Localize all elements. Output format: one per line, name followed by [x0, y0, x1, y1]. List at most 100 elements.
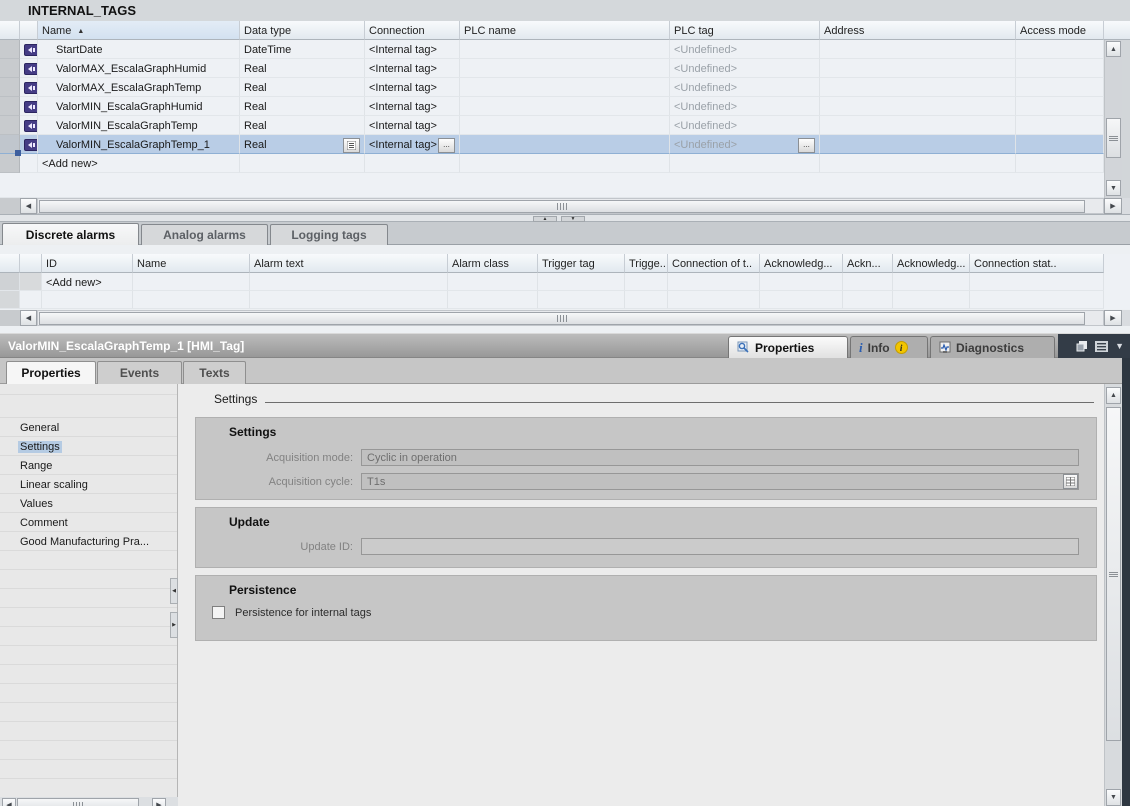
- nav-item-general[interactable]: General: [0, 418, 177, 437]
- tag-connection-cell[interactable]: <Internal tag>: [365, 40, 460, 59]
- connection-browse-button[interactable]: ...: [438, 138, 455, 153]
- table-row[interactable]: ValorMAX_EscalaGraphTemp Real <Internal …: [0, 78, 1104, 97]
- alarm-table-horizontal-scrollbar[interactable]: ◀ ▶: [0, 310, 1130, 326]
- menu-list-icon[interactable]: [1095, 341, 1108, 352]
- nav-horizontal-scrollbar[interactable]: ◀ ▶: [0, 797, 178, 806]
- tag-address-cell[interactable]: [820, 97, 1016, 116]
- scroll-track[interactable]: [37, 310, 1104, 326]
- alarm-column-header-alarmtext[interactable]: Alarm text: [250, 254, 448, 273]
- acquisition-mode-field[interactable]: Cyclic in operation: [361, 449, 1079, 466]
- tag-plctag-cell[interactable]: <Undefined>: [670, 40, 820, 59]
- tag-datatype-cell[interactable]: Real: [240, 135, 365, 154]
- nav-collapse-right-button[interactable]: ▶: [170, 612, 178, 638]
- tag-plcname-cell[interactable]: [460, 116, 670, 135]
- tag-plcname-cell[interactable]: [460, 135, 670, 154]
- tag-datatype-cell[interactable]: Real: [240, 116, 365, 135]
- tag-accessmode-cell[interactable]: [1016, 97, 1104, 116]
- tag-column-header-plctag[interactable]: PLC tag: [670, 21, 820, 40]
- tag-datatype-cell[interactable]: Real: [240, 97, 365, 116]
- alarm-column-header-acknowledge2[interactable]: Acknowledg...: [893, 254, 970, 273]
- scroll-right-button[interactable]: ▶: [1104, 310, 1122, 326]
- tag-plcname-cell[interactable]: [460, 97, 670, 116]
- table-row[interactable]: ValorMIN_EscalaGraphHumid Real <Internal…: [0, 97, 1104, 116]
- tag-connection-cell[interactable]: <Internal tag>: [365, 78, 460, 97]
- tag-column-header-address[interactable]: Address: [820, 21, 1016, 40]
- table-row[interactable]: ValorMIN_EscalaGraphTemp Real <Internal …: [0, 116, 1104, 135]
- float-window-icon[interactable]: [1076, 340, 1088, 352]
- table-row[interactable]: ValorMAX_EscalaGraphHumid Real <Internal…: [0, 59, 1104, 78]
- acquisition-cycle-picker-button[interactable]: [1063, 474, 1078, 489]
- add-new-alarm-row[interactable]: <Add new>: [0, 273, 1130, 291]
- scroll-right-button[interactable]: ▶: [152, 798, 166, 806]
- selection-handle[interactable]: [15, 150, 21, 156]
- update-id-field[interactable]: [361, 538, 1079, 555]
- tag-accessmode-cell[interactable]: [1016, 135, 1104, 154]
- tag-address-cell[interactable]: [820, 78, 1016, 97]
- acquisition-cycle-field[interactable]: T1s: [361, 473, 1079, 490]
- tag-connection-cell[interactable]: <Internal tag>: [365, 97, 460, 116]
- alarm-column-header-connection[interactable]: Connection of t..: [668, 254, 760, 273]
- tag-plctag-cell[interactable]: <Undefined>: [670, 59, 820, 78]
- row-header[interactable]: [0, 97, 20, 116]
- row-header[interactable]: [0, 116, 20, 135]
- subtab-events[interactable]: Events: [97, 361, 182, 384]
- tab-discrete-alarms[interactable]: Discrete alarms: [2, 223, 139, 245]
- tag-connection-cell[interactable]: <Internal tag>: [365, 59, 460, 78]
- scroll-left-button[interactable]: ◀: [2, 798, 16, 806]
- tag-datatype-cell[interactable]: DateTime: [240, 40, 365, 59]
- persistence-checkbox[interactable]: [212, 606, 225, 619]
- row-header[interactable]: [0, 78, 20, 97]
- nav-item-comment[interactable]: Comment: [0, 513, 177, 532]
- scroll-down-button[interactable]: ▼: [1106, 180, 1121, 196]
- tag-connection-cell[interactable]: <Internal tag>: [365, 116, 460, 135]
- row-header[interactable]: [0, 40, 20, 59]
- tag-plcname-cell[interactable]: [460, 59, 670, 78]
- tag-plctag-cell[interactable]: <Undefined>: [670, 116, 820, 135]
- scroll-left-button[interactable]: ◀: [20, 198, 37, 214]
- alarm-column-header-trigger[interactable]: Trigge..: [625, 254, 668, 273]
- tag-plcname-cell[interactable]: [460, 78, 670, 97]
- nav-collapse-left-button[interactable]: ◀: [170, 578, 178, 604]
- tag-name-cell[interactable]: ValorMAX_EscalaGraphHumid: [38, 59, 240, 78]
- add-new-tag-row[interactable]: <Add new>: [0, 154, 1104, 173]
- scroll-right-button[interactable]: ▶: [1104, 198, 1122, 214]
- subtab-properties[interactable]: Properties: [6, 361, 96, 384]
- vertical-scroll-thumb[interactable]: [1106, 118, 1121, 158]
- tag-column-header-plcname[interactable]: PLC name: [460, 21, 670, 40]
- tab-logging-tags[interactable]: Logging tags: [270, 224, 388, 245]
- tag-address-cell[interactable]: [820, 135, 1016, 154]
- tag-datatype-cell[interactable]: Real: [240, 78, 365, 97]
- tag-accessmode-cell[interactable]: [1016, 59, 1104, 78]
- tag-accessmode-cell[interactable]: [1016, 116, 1104, 135]
- tag-connection-cell[interactable]: <Internal tag> ...: [365, 135, 460, 154]
- horizontal-scroll-thumb[interactable]: [39, 312, 1085, 325]
- inspector-tab-diagnostics[interactable]: Diagnostics: [930, 336, 1055, 358]
- tag-name-cell[interactable]: StartDate: [38, 40, 240, 59]
- plctag-browse-button[interactable]: ...: [798, 138, 815, 153]
- horizontal-scroll-thumb[interactable]: [17, 798, 139, 806]
- tag-accessmode-cell[interactable]: [1016, 78, 1104, 97]
- scroll-up-button[interactable]: ▲: [1106, 387, 1121, 404]
- tag-table-horizontal-scrollbar[interactable]: ◀ ▶: [0, 198, 1130, 214]
- inspector-vertical-scrollbar[interactable]: ▲ ▼: [1104, 384, 1122, 806]
- alarm-column-header-id[interactable]: ID: [42, 254, 133, 273]
- tag-name-cell[interactable]: ValorMAX_EscalaGraphTemp: [38, 78, 240, 97]
- tag-column-header-accessmode[interactable]: Access mode: [1016, 21, 1104, 40]
- alarm-column-header-connectionstat[interactable]: Connection stat..: [970, 254, 1104, 273]
- alarm-column-header-alarmclass[interactable]: Alarm class: [448, 254, 538, 273]
- scroll-up-button[interactable]: ▲: [1106, 41, 1121, 57]
- nav-item-good-manufacturing[interactable]: Good Manufacturing Pra...: [0, 532, 177, 551]
- pane-splitter[interactable]: ▲ ▼: [0, 214, 1130, 222]
- tag-accessmode-cell[interactable]: [1016, 40, 1104, 59]
- inspector-tab-info[interactable]: i Info i: [850, 336, 928, 358]
- panel-collapse-icon[interactable]: ▼: [1115, 341, 1124, 351]
- tag-table-vertical-scrollbar[interactable]: ▲ ▼: [1104, 40, 1122, 198]
- row-header[interactable]: [0, 59, 20, 78]
- add-new-alarm-label[interactable]: <Add new>: [42, 273, 133, 291]
- nav-item-linear-scaling[interactable]: Linear scaling: [0, 475, 177, 494]
- tag-address-cell[interactable]: [820, 59, 1016, 78]
- table-row[interactable]: StartDate DateTime <Internal tag> <Undef…: [0, 40, 1104, 59]
- tag-address-cell[interactable]: [820, 116, 1016, 135]
- tag-name-cell[interactable]: ValorMIN_EscalaGraphTemp: [38, 116, 240, 135]
- tag-column-header-datatype[interactable]: Data type: [240, 21, 365, 40]
